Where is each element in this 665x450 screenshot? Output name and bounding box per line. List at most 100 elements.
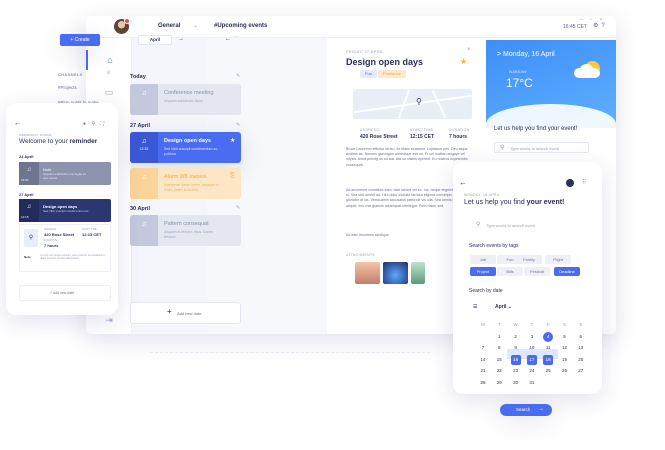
start-value: 12:15 CET xyxy=(82,232,102,237)
calendar-day[interactable]: 4 xyxy=(543,331,554,342)
chip-freelance[interactable]: Freelance xyxy=(378,70,406,78)
calendar-day[interactable]: 15 xyxy=(494,355,504,365)
mobile-title: Welcome to your reminder xyxy=(19,138,97,145)
map[interactable]: ⚲ xyxy=(353,89,472,119)
calendar-day[interactable]: 2 xyxy=(511,332,521,342)
prev-arrow-icon[interactable]: ← xyxy=(225,36,231,42)
chip-fun[interactable]: Fun xyxy=(360,70,377,78)
close-icon[interactable]: × xyxy=(467,47,471,53)
search-button-label: Search xyxy=(516,407,531,412)
menu-icon[interactable]: ☰ xyxy=(473,304,477,310)
cloud-icon xyxy=(574,68,600,78)
calendar-day[interactable]: 11 xyxy=(543,343,553,353)
calendar-day[interactable]: 14 xyxy=(478,355,488,365)
attachment-thumb[interactable] xyxy=(411,262,425,284)
event-card-selected[interactable]: ♫ 12:15 Design open days Sed nibh suscipi… xyxy=(130,132,241,163)
edit-icon[interactable]: ✎ xyxy=(236,122,240,128)
create-button[interactable]: + Create xyxy=(60,34,100,46)
calendar-day[interactable]: 12 xyxy=(560,343,570,353)
arrow-right-icon: → xyxy=(538,406,544,412)
edit-icon[interactable]: ✎ xyxy=(236,205,240,211)
more-icon[interactable]: ··· xyxy=(233,34,239,40)
star-icon[interactable]: ★ xyxy=(230,137,235,144)
calendar-day[interactable]: 18 xyxy=(543,354,554,365)
add-date-button[interactable]: + Add new date xyxy=(130,302,241,324)
calendar-day[interactable]: 5 xyxy=(560,332,570,342)
calendar-day[interactable]: 20 xyxy=(576,355,586,365)
calendar-day[interactable]: 25 xyxy=(543,366,553,376)
add-date-button[interactable]: + Add new date xyxy=(19,285,111,301)
star-icon[interactable]: ★ xyxy=(460,57,467,66)
attachment-thumb[interactable] xyxy=(383,262,408,284)
calendar-day[interactable]: 27 xyxy=(576,366,586,376)
card-subtitle: Sed nibh suscipit condimentum ac xyxy=(43,209,89,213)
reminder-card[interactable]: ♫ Note Aliquam sollicitudin nisi fugiat … xyxy=(19,162,111,185)
search-icon: ⚲ xyxy=(500,145,505,151)
bell-icon: ♫ xyxy=(130,215,158,246)
bookmark-icon[interactable]: ⎘ xyxy=(230,173,235,180)
back-arrow-icon[interactable]: ← xyxy=(14,120,21,127)
chevron-down-icon[interactable]: ⌄ xyxy=(193,22,198,29)
event-search-input[interactable]: ⚲ Type words to search event xyxy=(476,220,586,231)
event-time: 12:15 xyxy=(139,147,149,151)
reminder-card-selected[interactable]: ♫ Design open days Sed nibh suscipit con… xyxy=(19,199,111,222)
calendar-day[interactable]: 7 xyxy=(478,343,488,353)
plus-icon: + xyxy=(167,307,172,316)
calendar-day[interactable]: 3 xyxy=(527,332,537,342)
tag-festival[interactable]: Festival xyxy=(524,267,550,276)
calendar-day[interactable]: 13 xyxy=(576,343,586,353)
duration-label: DURATION xyxy=(44,239,57,242)
calendar-day[interactable]: 29 xyxy=(494,378,504,388)
map-pin-icon: ⚲ xyxy=(24,229,38,247)
calendar-day[interactable]: 1 xyxy=(494,332,504,342)
calendar-day[interactable]: 9 xyxy=(511,343,521,353)
gear-icon[interactable]: ⚙ xyxy=(106,70,110,76)
event-card[interactable]: ♫ Pattern consequat Aliquam in tempus ri… xyxy=(130,215,241,246)
toolbar-icons[interactable]: ● ⚲ ⛶ xyxy=(83,121,106,127)
tag-deadline[interactable]: Deadline xyxy=(554,267,580,276)
search-button[interactable]: Search → xyxy=(500,404,552,416)
folder-icon[interactable]: ▭ xyxy=(86,82,132,102)
bell-icon: ♫ 12:15 xyxy=(130,132,158,163)
calendar-day[interactable]: 8 xyxy=(494,343,504,353)
calendar-day[interactable]: 19 xyxy=(560,355,570,365)
next-arrow-icon[interactable]: → xyxy=(178,36,184,42)
workspace-name[interactable]: General xyxy=(158,23,180,29)
calendar-day[interactable]: 22 xyxy=(494,366,504,376)
clock: 16:45 CET xyxy=(563,24,587,30)
tag-family[interactable]: Family xyxy=(516,255,542,264)
search-icon: ⚲ xyxy=(476,222,481,228)
tag-job[interactable]: Job xyxy=(470,255,496,264)
day-label: 30 April xyxy=(130,206,150,212)
calendar-day[interactable]: 24 xyxy=(527,366,537,376)
calendar-day[interactable]: 6 xyxy=(576,332,586,342)
weekday-header: S xyxy=(579,322,583,327)
calendar-day[interactable]: 28 xyxy=(478,378,488,388)
event-card[interactable]: ♫ Alarm 9/8 Invoice Maecenas ipsum lorem… xyxy=(130,168,241,199)
grid-menu-icon[interactable]: ⠿ xyxy=(582,179,586,186)
tag-bills[interactable]: Bills xyxy=(497,267,523,276)
event-card[interactable]: ♫ Conference meeting Aliquam sollicitudi… xyxy=(130,84,241,115)
calendar-day[interactable]: 30 xyxy=(511,378,521,388)
event-title: Design open days xyxy=(164,138,212,144)
settings-help-icons[interactable]: ⚙? xyxy=(593,22,608,29)
channel-item[interactable]: #Projects xyxy=(58,85,77,90)
edit-icon[interactable]: ✎ xyxy=(236,73,240,79)
calendar-day[interactable]: 23 xyxy=(511,366,521,376)
calendar-day[interactable]: 21 xyxy=(478,366,488,376)
month-selector[interactable]: April xyxy=(138,35,172,45)
calendar-day[interactable]: 17 xyxy=(526,354,537,365)
home-icon[interactable]: ⌂ xyxy=(86,50,132,70)
calendar-day[interactable]: 31 xyxy=(527,378,537,388)
avatar[interactable] xyxy=(566,179,574,187)
back-arrow-icon[interactable]: ← xyxy=(459,178,467,187)
attachment-thumb[interactable] xyxy=(355,262,380,284)
weekday-header: S xyxy=(562,322,566,327)
calendar-day[interactable]: 26 xyxy=(560,366,570,376)
month-selector[interactable]: April ⌄ xyxy=(495,304,512,310)
tag-flight[interactable]: Flight xyxy=(545,255,571,264)
tag-project[interactable]: Project xyxy=(470,267,496,276)
calendar-day[interactable]: 10 xyxy=(527,343,537,353)
calendar-day[interactable]: 16 xyxy=(510,354,521,365)
event-search-input[interactable]: ⚲ Type words to search event xyxy=(494,142,589,153)
